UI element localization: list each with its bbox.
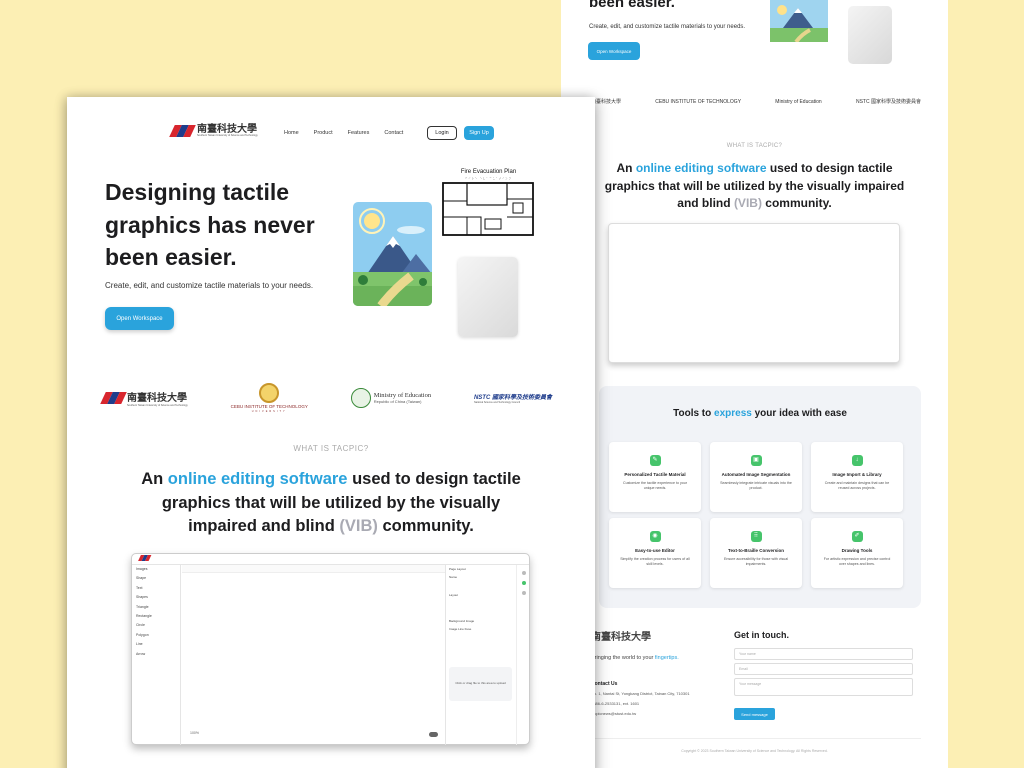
contact-address: No. 1, Nantai St, Yongkang District, Tai… <box>591 691 690 696</box>
partner-logo-cit: CEBU INSTITUTE OF TECHNOLOGY UNIVERSITY <box>231 383 308 413</box>
nav-link-product[interactable]: Product <box>314 130 333 136</box>
app-right-panel: Page Layout Name Layout Background Image… <box>445 565 516 745</box>
edit-icon: ✎ <box>649 455 661 466</box>
nav-link-features[interactable]: Features <box>348 130 370 136</box>
tools-section: Tools to express your idea with ease ✎ Pe… <box>599 386 921 608</box>
tool-card: ⠿ Text-to-Braille Conversion Ensure access… <box>710 518 802 588</box>
login-button[interactable]: Login <box>427 126 457 140</box>
download-icon: ↓ <box>851 455 863 466</box>
app-screenshot: Images Shape Text Shapes Triangle Rectan… <box>131 553 530 745</box>
contact-phone: +886-6-2533131, ext. 1601 <box>591 701 640 706</box>
back-tagline: An online editing software used to desig… <box>604 161 905 210</box>
footer-divider <box>591 738 921 739</box>
segment-icon: ▣ <box>750 455 762 466</box>
braille-icon: ⠿ <box>750 531 762 542</box>
mountain-illustration <box>353 202 432 306</box>
back-hero-subtitle: Create, edit, and customize tactile mate… <box>589 24 746 30</box>
back-what-is-kicker: WHAT IS TACPIC? <box>726 143 783 149</box>
tool-card: ◉ Easy-to-use Editor Simplify the creation… <box>609 518 701 588</box>
partner-logos: 南臺科技大學 Southern Taiwan University of Scie… <box>100 383 552 413</box>
floor-plan-drawing <box>442 182 534 236</box>
about-tagline: An online editing software used to desig… <box>141 470 521 535</box>
copyright-text: Copyright © 2023 Southern Taiwan Univers… <box>681 749 828 753</box>
nav-link-contact[interactable]: Contact <box>384 130 403 136</box>
back-app-screenshot <box>608 223 900 363</box>
nav-links: Home Product Features Contact <box>284 130 403 136</box>
partner-logo-moe: Ministry of Education Republic of China (… <box>350 388 431 408</box>
logo-flag-icon <box>100 392 127 404</box>
tool-card: ✎ Personalized Tactile Material Customize … <box>609 442 701 512</box>
app-titlebar <box>132 554 529 565</box>
moe-seal-icon <box>350 388 371 408</box>
app-left-panel: Images Shape Text Shapes Triangle Rectan… <box>132 565 181 745</box>
floor-plan-title: Fire Evacuation Plan <box>460 169 517 175</box>
tool-card: ▣ Automated Image Segmentation Seamlessly … <box>710 442 802 512</box>
zoom-level: 100% <box>190 731 199 735</box>
app-toolbar <box>182 565 445 573</box>
contact-section: 南臺科技大學 Bringing the world to your finger… <box>591 624 921 754</box>
editor-icon: ◉ <box>649 531 661 542</box>
site-logo[interactable]: 南臺科技大學 Southern Taiwan University of Sci… <box>169 125 258 137</box>
get-in-touch-title: Get in touch. <box>734 630 789 640</box>
logo-subtext: Southern Taiwan University of Science an… <box>197 134 258 137</box>
back-partner-logos: 南臺科技大學 CEBU INSTITUTE OF TECHNOLOGY Mini… <box>591 98 921 106</box>
message-textarea[interactable]: Your message <box>734 678 913 696</box>
footer-tagline: Bringing the world to your fingertips. <box>591 655 679 661</box>
partner-logo-cit: CEBU INSTITUTE OF TECHNOLOGY <box>655 98 742 105</box>
tactile-relief-photo <box>848 6 892 64</box>
partner-logo-stust: 南臺科技大學 Southern Taiwan University of Scie… <box>100 389 188 407</box>
partner-logo-nstc: NSTC 國家科學及技術委員會 National Science and Tech… <box>473 395 552 404</box>
logo-flag-icon <box>169 125 196 137</box>
logo-flag-icon <box>138 555 152 561</box>
tool-card: ↓ Image Import & Library Create and mainta… <box>811 442 903 512</box>
partner-logo-stust: 南臺科技大學 <box>591 99 622 105</box>
hero-subtitle: Create, edit, and customize tactile mate… <box>105 281 314 290</box>
footer-logo: 南臺科技大學 <box>591 632 651 643</box>
mountain-illustration <box>770 0 828 42</box>
top-nav: 南臺科技大學 Southern Taiwan University of Sci… <box>67 97 595 169</box>
cit-seal-icon <box>259 383 280 403</box>
signup-button[interactable]: Sign Up <box>464 126 494 140</box>
nav-link-home[interactable]: Home <box>284 130 299 136</box>
pen-icon: ✐ <box>851 531 863 542</box>
contact-email[interactable]: tacpicnews@stust.edu.tw <box>591 711 636 716</box>
upload-dropzone: Click or drag file to this area to uploa… <box>449 667 512 701</box>
toggle-switch <box>429 732 438 737</box>
name-input[interactable]: Your name <box>734 648 913 660</box>
back-page-preview: been easier. Create, edit, and customize… <box>561 0 948 768</box>
back-open-workspace-button[interactable]: Open Workspace <box>588 42 640 60</box>
app-right-rail <box>516 565 530 745</box>
partner-logo-nstc: NSTC 國家科學及技術委員會 <box>855 99 921 105</box>
open-workspace-button[interactable]: Open Workspace <box>105 307 174 330</box>
what-is-kicker: WHAT IS TACPIC? <box>293 444 369 453</box>
email-input[interactable]: Email <box>734 663 913 675</box>
tactile-relief-photo <box>458 257 518 337</box>
floor-plan-image: Fire Evacuation Plan ⠋⠊⠗⠑ ⠑⠧⠁⠉⠥⠁⠞⠊⠕⠝ <box>441 169 536 247</box>
tool-card: ✐ Drawing Tools For artistic expression an… <box>811 518 903 588</box>
logo-text: 南臺科技大學 <box>197 124 257 135</box>
tools-title: Tools to express your idea with ease <box>673 408 847 419</box>
hero-heading: Designing tactile graphics has never bee… <box>105 179 315 270</box>
back-hero-heading: been easier. <box>589 0 675 11</box>
send-message-button[interactable]: Send message <box>734 708 775 720</box>
partner-logo-moe: Ministry of Education <box>775 98 822 105</box>
front-page-preview: 南臺科技大學 Southern Taiwan University of Sci… <box>67 97 595 768</box>
